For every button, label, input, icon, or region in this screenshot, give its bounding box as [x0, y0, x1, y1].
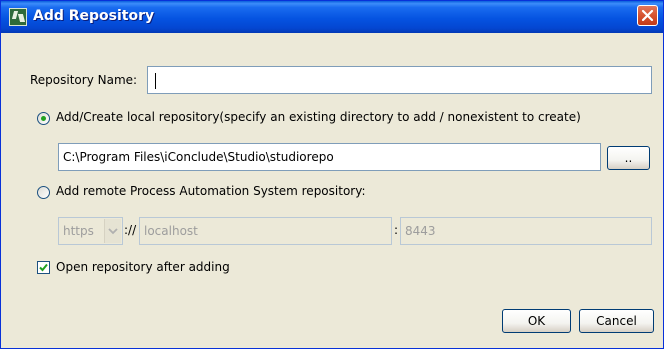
checkmark-icon — [39, 263, 48, 272]
remote-repository-option-label: Add remote Process Automation System rep… — [56, 184, 366, 198]
local-path-input[interactable]: C:\Program Files\iConclude\Studio\studio… — [58, 143, 601, 171]
protocol-separator: :// — [124, 223, 137, 237]
local-repository-radio[interactable] — [37, 112, 50, 125]
repository-name-input[interactable] — [147, 66, 652, 94]
add-repository-dialog: Add Repository Repository Name: Add/Crea… — [0, 0, 664, 349]
window-title: Add Repository — [33, 8, 155, 24]
protocol-select[interactable]: https — [58, 217, 123, 245]
chevron-down-icon — [108, 228, 118, 235]
repository-name-label: Repository Name: — [30, 73, 138, 87]
port-input[interactable]: 8443 — [400, 217, 652, 245]
remote-repository-radio[interactable] — [37, 186, 50, 199]
close-button[interactable] — [637, 5, 658, 26]
port-separator: : — [394, 223, 399, 237]
protocol-dropdown-arrow[interactable] — [104, 219, 121, 243]
browse-button[interactable]: .. — [607, 146, 650, 170]
host-input[interactable]: localhost — [139, 217, 392, 245]
open-after-adding-checkbox[interactable] — [37, 261, 50, 274]
local-repository-option-label: Add/Create local repository(specify an e… — [56, 110, 581, 124]
ok-button[interactable]: OK — [502, 309, 571, 333]
title-bar[interactable]: Add Repository — [1, 1, 663, 33]
app-icon — [9, 8, 27, 26]
cancel-button[interactable]: Cancel — [579, 309, 654, 333]
text-caret — [155, 73, 156, 89]
protocol-value: https — [63, 224, 94, 238]
close-icon — [641, 9, 654, 22]
open-after-adding-label: Open repository after adding — [56, 260, 230, 274]
